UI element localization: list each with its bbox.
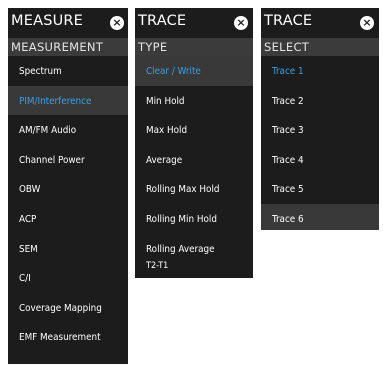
close-icon[interactable]: × [110,16,124,30]
menu-item-spectrum[interactable]: Spectrum [8,56,128,86]
menu-item-max-hold[interactable]: Max Hold [135,115,253,145]
trace-select-panel: TRACE × SELECT Trace 1 Trace 2 Trace 3 T… [261,8,379,230]
menu-item-trace-2[interactable]: Trace 2 [261,86,379,116]
panel-title: TRACE [138,13,187,29]
trace-type-title-bar: TRACE × [135,8,253,39]
menu-item-sem[interactable]: SEM [8,234,128,264]
measure-panel: MEASURE × MEASUREMENT Spectrum PIM/Inter… [8,8,128,364]
menu-item-acp[interactable]: ACP [8,204,128,234]
menu-item-trace-4[interactable]: Trace 4 [261,145,379,175]
trace-select-title-bar: TRACE × [261,8,379,39]
menu-item-min-hold[interactable]: Min Hold [135,86,253,116]
section-header: SELECT [261,39,379,56]
section-header: TYPE [135,39,253,56]
menu-item-c-i[interactable]: C/I [8,263,128,293]
menu-item-clear-write[interactable]: Clear / Write [135,56,253,86]
menu-item-rolling-min-hold[interactable]: Rolling Min Hold [135,204,253,234]
menu-item-t2-t1[interactable]: T2-T1 [146,261,168,271]
menu-item-pim-interference[interactable]: PIM/Interference [8,85,128,116]
section-header: MEASUREMENT [8,39,128,56]
close-icon[interactable]: × [234,16,248,30]
menu-item-trace-1[interactable]: Trace 1 [261,56,379,86]
menu-item-channel-power[interactable]: Channel Power [8,145,128,175]
panel-title: TRACE [264,13,313,29]
menu-item-trace-6[interactable]: Trace 6 [261,203,379,230]
measure-title-bar: MEASURE × [8,8,128,39]
menu-item-coverage-mapping[interactable]: Coverage Mapping [8,293,128,323]
menu-item-am-fm-audio[interactable]: AM/FM Audio [8,115,128,145]
menu-item-rolling-average[interactable]: Rolling Average T2-T1 [135,234,253,277]
menu-item-obw[interactable]: OBW [8,174,128,204]
close-icon[interactable]: × [360,16,374,30]
trace-type-panel: TRACE × TYPE Clear / Write Min Hold Max … [135,8,253,278]
menu-item-average[interactable]: Average [135,145,253,175]
menu-item-trace-5[interactable]: Trace 5 [261,174,379,204]
menu-item-trace-3[interactable]: Trace 3 [261,115,379,145]
menu-item-emf-measurement[interactable]: EMF Measurement [8,322,128,352]
menu-item-rolling-max-hold[interactable]: Rolling Max Hold [135,174,253,204]
panel-title: MEASURE [11,13,84,29]
